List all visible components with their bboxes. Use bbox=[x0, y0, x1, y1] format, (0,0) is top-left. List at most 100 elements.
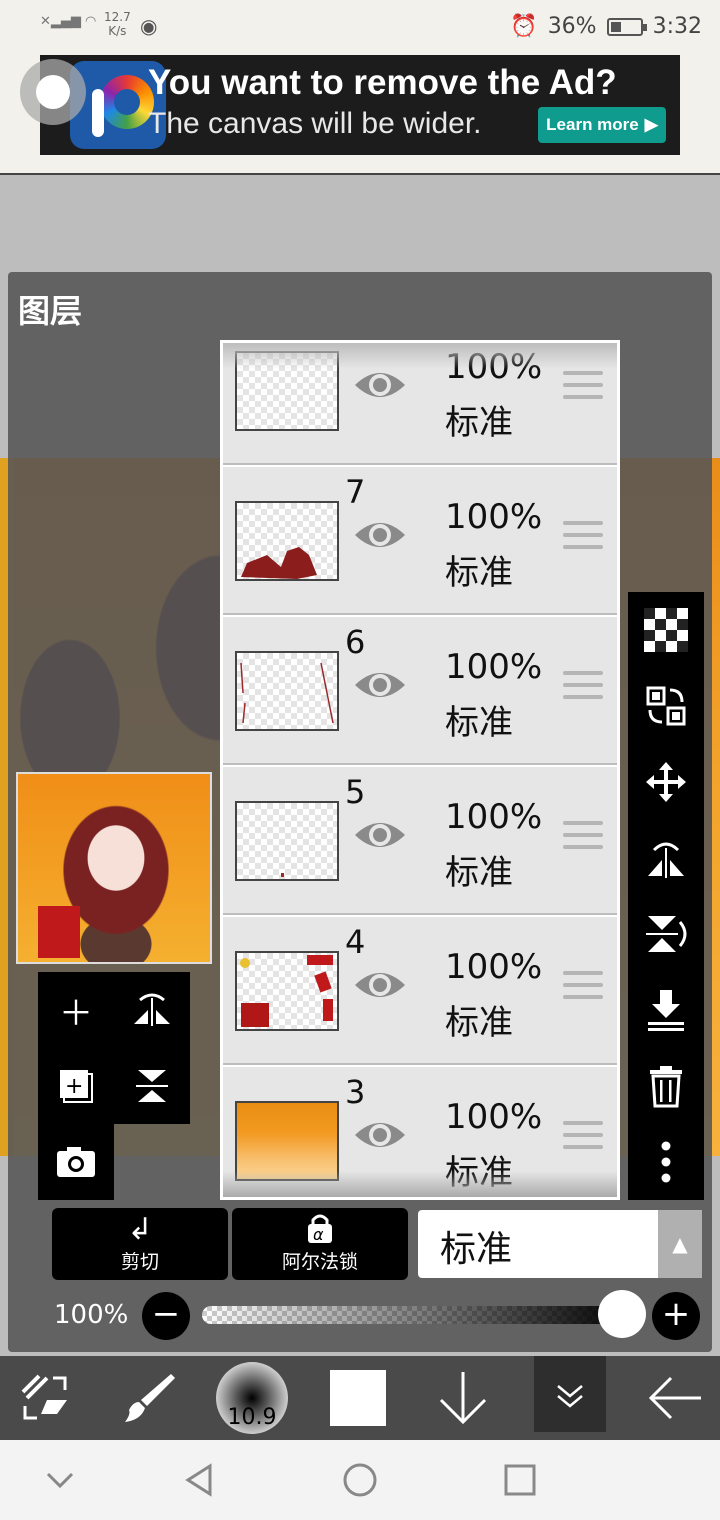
layer-number: 3 bbox=[345, 1073, 366, 1111]
layer-row[interactable]: 6 100% 标准 bbox=[223, 617, 617, 765]
add-layer-icon[interactable]: ＋ bbox=[38, 972, 114, 1048]
opacity-control: 100% − + bbox=[0, 1290, 720, 1342]
collapse-icon[interactable] bbox=[40, 1460, 80, 1500]
opacity-label: 100% bbox=[54, 1300, 129, 1330]
eye-icon[interactable] bbox=[353, 667, 407, 703]
opacity-slider-handle[interactable] bbox=[598, 1290, 646, 1338]
eye-icon[interactable] bbox=[353, 517, 407, 553]
brush-size-value: 10.9 bbox=[227, 1405, 277, 1430]
clip-label: 剪切 bbox=[120, 1251, 159, 1273]
clip-arrow-icon: ↲ bbox=[127, 1212, 153, 1247]
layer-thumbnail[interactable] bbox=[235, 651, 339, 731]
layer-row[interactable]: 7 100% 标准 bbox=[223, 467, 617, 615]
layer-row[interactable]: 5 100% 标准 bbox=[223, 767, 617, 915]
blend-mode-select[interactable]: 标准 ▲ bbox=[418, 1210, 702, 1278]
camera-icon[interactable] bbox=[38, 1124, 114, 1200]
layer-number: 7 bbox=[345, 473, 366, 511]
drag-handle-icon[interactable] bbox=[563, 521, 603, 555]
svg-text:α: α bbox=[313, 1225, 324, 1244]
flip-horizontal-icon[interactable] bbox=[628, 820, 704, 896]
layer-opacity: 100% bbox=[445, 947, 543, 987]
trash-icon[interactable] bbox=[628, 1048, 704, 1124]
drag-handle-icon[interactable] bbox=[563, 371, 603, 405]
layer-thumbnail[interactable] bbox=[235, 1101, 339, 1181]
clip-button[interactable]: ↲ 剪切 bbox=[52, 1208, 228, 1280]
alarm-icon: ⏰ bbox=[510, 14, 538, 39]
status-bar: ✕▂▄▆ ◠ 12.7 K/s ◉ ⏰ 36% 3:32 bbox=[0, 0, 720, 54]
flip-canvas-vertical-icon[interactable] bbox=[114, 1048, 190, 1124]
layer-opacity: 100% bbox=[445, 497, 543, 537]
merge-down-icon[interactable] bbox=[628, 972, 704, 1048]
layer-thumbnail[interactable] bbox=[235, 501, 339, 581]
layer-thumbnail[interactable] bbox=[235, 801, 339, 881]
list-bottom-shadow bbox=[223, 1171, 617, 1197]
tool-switch-icon[interactable] bbox=[0, 1356, 90, 1440]
signal-icon: ✕▂▄▆ ◠ bbox=[40, 14, 97, 29]
layer-blend-mode: 标准 bbox=[445, 853, 513, 893]
alpha-lock-label: 阿尔法锁 bbox=[281, 1251, 358, 1273]
increase-opacity-icon[interactable]: + bbox=[652, 1292, 700, 1340]
camera-tool bbox=[38, 1124, 114, 1200]
list-top-shadow bbox=[223, 343, 617, 369]
eye-icon[interactable] bbox=[353, 1117, 407, 1153]
flip-canvas-horizontal-icon[interactable] bbox=[114, 972, 190, 1048]
battery-percent: 36% bbox=[547, 14, 597, 39]
decrease-opacity-icon[interactable]: − bbox=[142, 1292, 190, 1340]
learn-more-label: Learn more bbox=[546, 115, 639, 134]
brush-icon[interactable] bbox=[104, 1356, 194, 1440]
transparency-icon[interactable] bbox=[628, 592, 704, 668]
drag-handle-icon[interactable] bbox=[563, 671, 603, 705]
eye-comfort-icon: ◉ bbox=[140, 14, 158, 38]
layer-number: 5 bbox=[345, 773, 366, 811]
layer-menu-button[interactable] bbox=[534, 1356, 606, 1432]
canvas-preview[interactable] bbox=[16, 772, 212, 964]
flip-vertical-icon[interactable] bbox=[628, 896, 704, 972]
move-icon[interactable] bbox=[628, 744, 704, 820]
drawing-toolbar: 10.9 bbox=[0, 1356, 720, 1440]
svg-text:+: + bbox=[65, 1074, 83, 1099]
home-icon[interactable] bbox=[340, 1460, 380, 1500]
drag-handle-icon[interactable] bbox=[563, 821, 603, 855]
layer-row[interactable]: 4 100% 标准 bbox=[223, 917, 617, 1065]
more-icon[interactable] bbox=[628, 1124, 704, 1200]
eye-icon[interactable] bbox=[353, 967, 407, 1003]
layer-opacity: 100% bbox=[445, 647, 543, 687]
layer-number: 6 bbox=[345, 623, 366, 661]
lock-icon: α bbox=[232, 1212, 408, 1252]
layer-blend-mode: 标准 bbox=[445, 1003, 513, 1043]
add-folder-icon[interactable]: + bbox=[38, 1048, 114, 1124]
battery-icon bbox=[606, 17, 647, 36]
back-arrow-icon[interactable] bbox=[630, 1356, 720, 1440]
opacity-slider[interactable] bbox=[202, 1306, 632, 1324]
network-speed-unit: K/s bbox=[108, 24, 127, 38]
eye-icon[interactable] bbox=[353, 817, 407, 853]
layer-blend-mode: 标准 bbox=[445, 403, 513, 443]
play-arrow-icon: ▶ bbox=[644, 115, 658, 134]
ad-banner[interactable]: You want to remove the Ad? The canvas wi… bbox=[20, 55, 680, 155]
arrow-down-icon[interactable] bbox=[418, 1356, 508, 1440]
clock: 3:32 bbox=[652, 14, 702, 39]
brush-size-button[interactable]: 10.9 bbox=[216, 1362, 288, 1434]
eye-icon[interactable] bbox=[353, 367, 407, 403]
drag-handle-icon[interactable] bbox=[563, 1121, 603, 1155]
layer-number: 4 bbox=[345, 923, 366, 961]
ad-subtitle: The canvas will be wider. bbox=[148, 107, 482, 140]
layer-opacity: 100% bbox=[445, 1097, 543, 1137]
layer-opacity: 100% bbox=[445, 797, 543, 837]
transfer-icon[interactable] bbox=[628, 668, 704, 744]
learn-more-button[interactable]: Learn more ▶ bbox=[538, 107, 666, 143]
drag-handle-icon[interactable] bbox=[563, 971, 603, 1005]
layer-thumbnail[interactable] bbox=[235, 951, 339, 1031]
recents-icon[interactable] bbox=[500, 1460, 540, 1500]
color-swatch[interactable] bbox=[330, 1370, 386, 1426]
panel-title: 图层 bbox=[18, 292, 83, 330]
layer-tools: ＋ + bbox=[38, 972, 190, 1124]
floating-bubble-icon[interactable] bbox=[20, 59, 86, 125]
dropdown-arrow-icon[interactable]: ▲ bbox=[658, 1210, 702, 1278]
alpha-lock-button[interactable]: α 阿尔法锁 bbox=[232, 1208, 408, 1280]
network-speed-value: 12.7 bbox=[104, 10, 131, 24]
ad-title: You want to remove the Ad? bbox=[148, 63, 617, 102]
back-icon[interactable] bbox=[180, 1460, 220, 1500]
blend-mode-value: 标准 bbox=[440, 1229, 513, 1270]
layer-list[interactable]: 100% 标准 7 100% 标准 6 100% 标准 5 100% 标准 bbox=[220, 340, 620, 1200]
